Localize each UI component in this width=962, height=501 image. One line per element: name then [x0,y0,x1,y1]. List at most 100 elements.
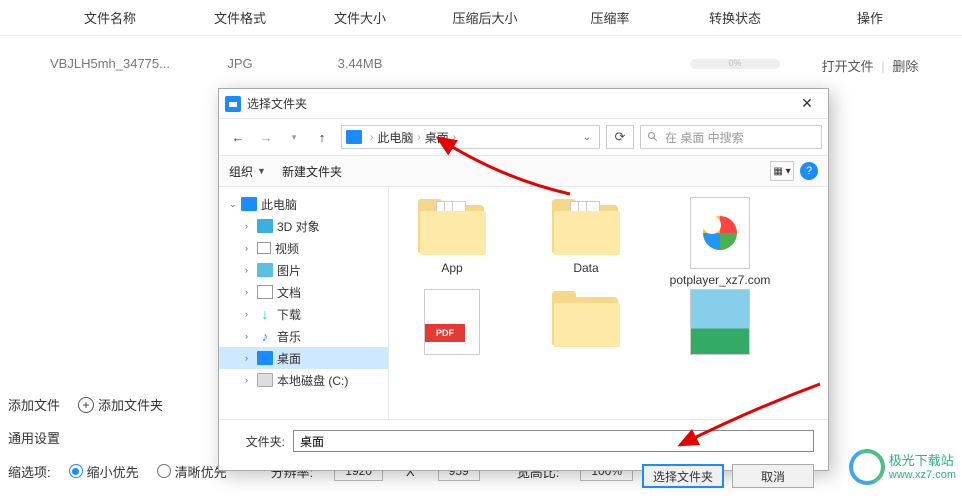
new-folder-button[interactable]: 新建文件夹 [282,163,342,180]
address-bar[interactable]: › 此电脑 › 桌面 › ⌄ [341,125,600,149]
music-icon: ♪ [257,329,273,343]
picture-icon [257,263,273,277]
chevron-right-icon: › [245,265,257,275]
folder-app[interactable]: App [397,197,507,289]
plus-icon: + [78,397,94,413]
nav-bar: ← → ▾ ↑ › 此电脑 › 桌面 › ⌄ ⟳ 在 桌面 中搜索 [219,119,828,155]
col-status: 转换状态 [670,8,800,27]
watermark-logo-icon [849,449,885,485]
breadcrumb-sep: › [417,132,420,143]
folder-icon [416,197,488,257]
up-button[interactable]: ↑ [309,124,335,150]
cell-compressed [420,56,550,75]
disk-icon [257,373,273,387]
col-ratio: 压缩率 [550,8,670,27]
radio-icon [157,464,171,478]
folder-data[interactable]: Data [531,197,641,289]
add-file-label: 添加文件 [8,395,60,414]
refresh-button[interactable]: ⟳ [606,125,634,149]
shrink-priority-radio[interactable]: 缩小优先 [69,462,139,481]
chevron-right-icon: › [245,287,257,297]
desktop-icon [257,351,273,365]
watermark: 极光下载站 www.xz7.com [849,449,956,485]
tree-pictures[interactable]: › 图片 [219,259,388,281]
folder-item[interactable] [531,289,641,359]
file-image[interactable] [665,289,775,359]
col-size: 文件大小 [300,8,420,27]
forward-button[interactable]: → [253,124,279,150]
close-button[interactable]: ✕ [792,95,822,112]
tree-pc[interactable]: ⌄ 此电脑 [219,193,388,215]
tree-downloads[interactable]: › ↓ 下载 [219,303,388,325]
back-button[interactable]: ← [225,124,251,150]
folder-icon [550,197,622,257]
chevron-down-icon: ⌄ [229,199,241,210]
dialog-bottom: 文件夹: 选择文件夹 取消 [219,419,828,498]
add-folder-button[interactable]: + 添加文件夹 [78,395,163,414]
folder-tree: ⌄ 此电脑 › 3D 对象 › 视频 › 图片 › 文 [219,187,389,419]
folder-path-input[interactable] [293,430,814,452]
col-action: 操作 [800,8,940,27]
tree-localdisk[interactable]: › 本地磁盘 (C:) [219,369,388,391]
chevron-right-icon: › [245,375,257,385]
breadcrumb-sep: › [453,132,456,143]
chevron-right-icon: › [245,331,257,341]
shrink-options-label: 缩选项: [8,462,51,481]
chevron-down-icon: ▼ [257,166,266,176]
tree-music[interactable]: › ♪ 音乐 [219,325,388,347]
recent-dropdown[interactable]: ▾ [281,124,307,150]
document-thumb-icon [690,197,750,269]
search-icon [647,131,659,143]
search-input[interactable]: 在 桌面 中搜索 [640,125,822,149]
chevron-right-icon: › [245,243,257,253]
action-separator: | [881,59,884,74]
pdf-thumb-icon: PDF [424,289,480,355]
progress-bar: 0% [690,59,780,69]
tree-desktop[interactable]: › 桌面 [219,347,388,369]
cell-status: 0% [670,56,800,75]
file-grid: App Data potplayer_xz7.com PDF [389,187,828,419]
chevron-right-icon: › [245,309,257,319]
organize-menu[interactable]: 组织 ▼ [229,163,266,180]
col-format: 文件格式 [180,8,300,27]
cell-action: 打开文件 | 删除 [800,56,940,75]
folder-picker-dialog: 选择文件夹 ✕ ← → ▾ ↑ › 此电脑 › 桌面 › ⌄ ⟳ 在 桌面 中搜… [218,88,829,471]
cell-name: VBJLH5mh_34775... [0,56,180,75]
cube-icon [257,219,273,233]
radio-checked-icon [69,464,83,478]
delete-link[interactable]: 删除 [892,59,918,74]
document-icon [257,285,273,299]
tree-video[interactable]: › 视频 [219,237,388,259]
chevron-right-icon: › [245,353,257,363]
video-icon [257,242,271,254]
image-thumb-icon [690,289,750,355]
dialog-app-icon [225,96,241,112]
tree-3d-objects[interactable]: › 3D 对象 [219,215,388,237]
select-folder-button[interactable]: 选择文件夹 [642,464,724,488]
download-icon: ↓ [257,307,273,321]
dialog-toolbar: 组织 ▼ 新建文件夹 ▦ ▾ ? [219,155,828,187]
table-row: VBJLH5mh_34775... JPG 3.44MB 0% 打开文件 | 删… [0,36,962,95]
file-pdf[interactable]: PDF [397,289,507,359]
help-button[interactable]: ? [800,162,818,180]
dialog-titlebar: 选择文件夹 ✕ [219,89,828,119]
breadcrumb-root[interactable]: 此电脑 [377,129,413,146]
clarity-priority-radio[interactable]: 清晰优先 [157,462,227,481]
chevron-right-icon: › [245,221,257,231]
watermark-name: 极光下载站 [889,453,956,469]
open-file-link[interactable]: 打开文件 [822,59,874,74]
pc-icon [241,197,257,211]
dialog-title: 选择文件夹 [247,95,792,112]
file-potplayer[interactable]: potplayer_xz7.com [665,197,775,289]
tree-documents[interactable]: › 文档 [219,281,388,303]
address-dropdown-icon[interactable]: ⌄ [579,132,595,143]
pc-icon [346,130,362,144]
view-mode-button[interactable]: ▦ ▾ [770,161,794,181]
breadcrumb-current[interactable]: 桌面 [425,129,449,146]
path-label: 文件夹: [233,433,285,450]
cancel-button[interactable]: 取消 [732,464,814,488]
general-settings-label: 通用设置 [8,428,60,447]
dialog-body: ⌄ 此电脑 › 3D 对象 › 视频 › 图片 › 文 [219,187,828,419]
table-header: 文件名称 文件格式 文件大小 压缩后大小 压缩率 转换状态 操作 [0,0,962,36]
folder-icon [550,289,622,349]
